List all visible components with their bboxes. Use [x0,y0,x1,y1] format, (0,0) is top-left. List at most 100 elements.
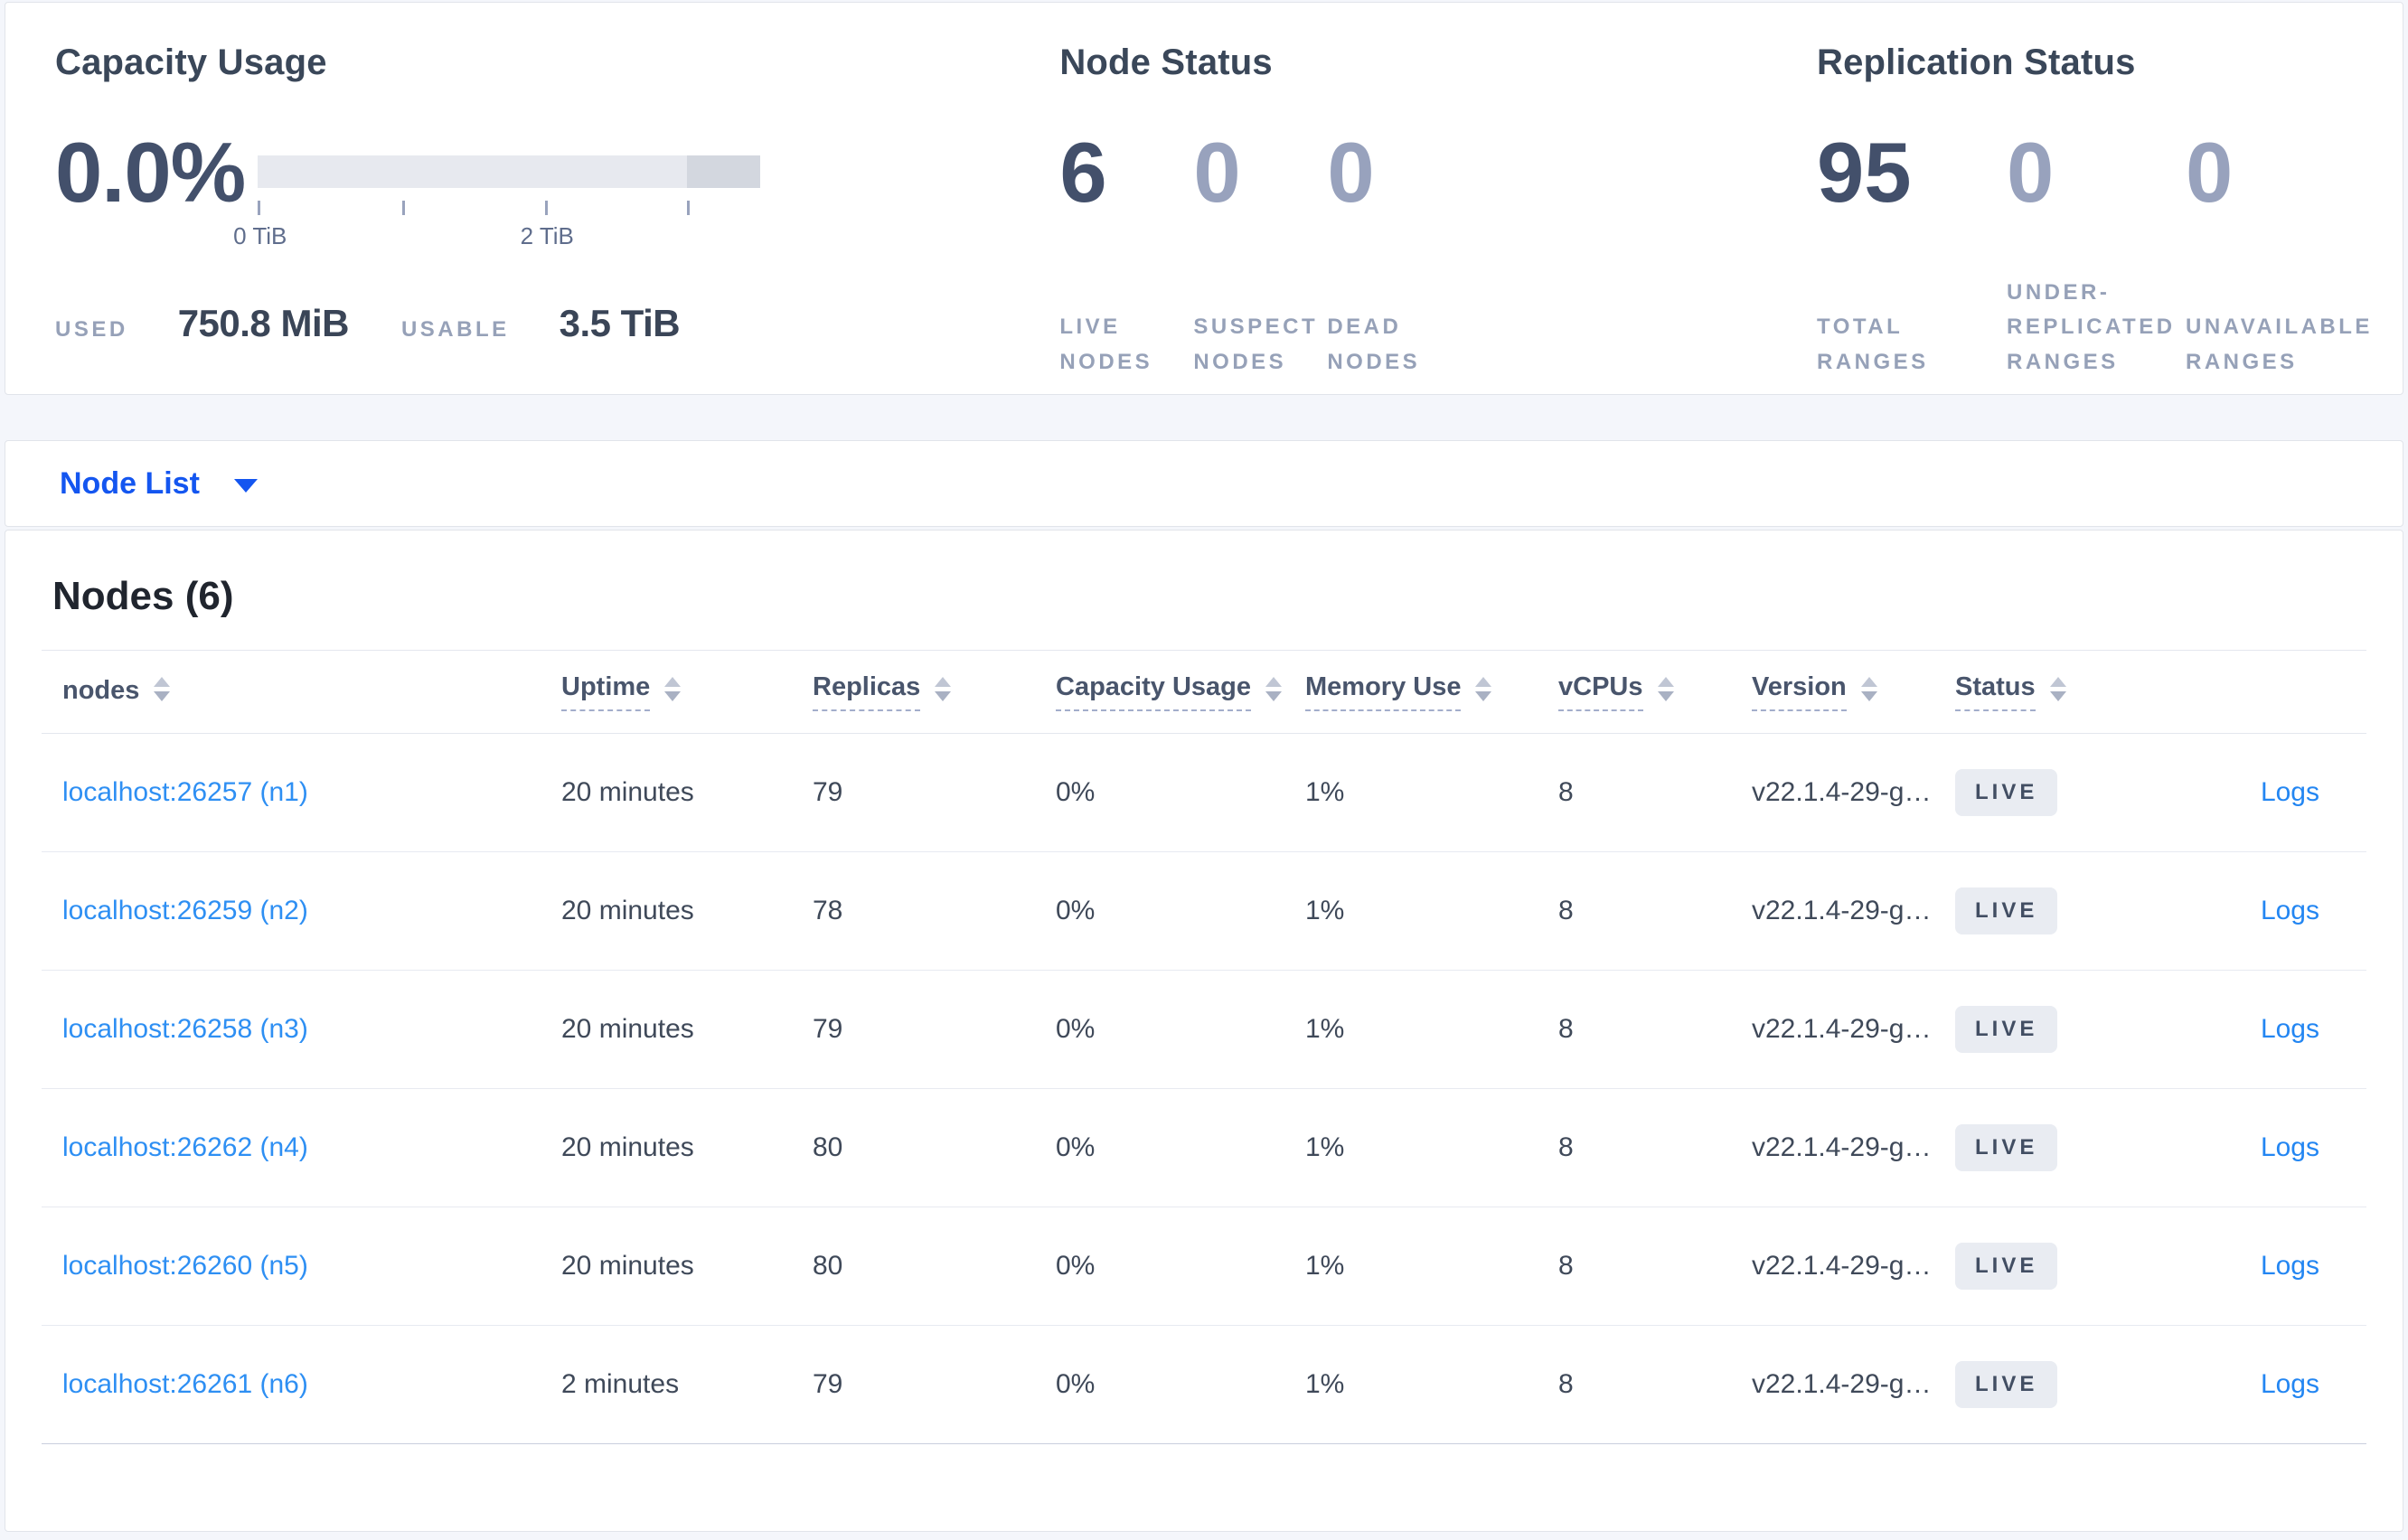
vcpus-cell: 8 [1558,1369,1574,1399]
capacity-usage-cell: 0% [1056,1014,1096,1044]
version-cell: v22.1.4-29-g… [1752,1014,1932,1044]
replicas-cell: 79 [813,1369,843,1399]
column-header-nodes[interactable]: nodes [42,676,561,708]
used-value: 750.8 MiB [177,302,350,344]
table-row: localhost:26259 (n2) 20 minutes 78 0% 1%… [42,852,2366,971]
status-badge: LIVE [1955,1243,2058,1290]
node-list-dropdown-label: Node List [60,465,200,501]
replication-status-section: Replication Status 95 TOTAL RANGES 0 UND… [1817,3,2403,394]
status-badge: LIVE [1955,1361,2058,1408]
axis-tick-label: 0 TiB [233,222,287,249]
total-ranges-stat: 95 TOTAL RANGES [1817,125,2007,380]
total-ranges-count: 95 [1817,125,1912,220]
uptime-cell: 2 minutes [561,1369,680,1399]
replicas-cell: 79 [813,1014,843,1044]
column-header-memory-use[interactable]: Memory Use [1305,672,1558,711]
status-badge: LIVE [1955,1006,2058,1053]
under-replicated-ranges-count: 0 [2007,125,2055,220]
column-header-version[interactable]: Version [1752,672,1955,711]
memory-use-cell: 1% [1305,1014,1345,1044]
table-row: localhost:26257 (n1) 20 minutes 79 0% 1%… [42,734,2366,852]
replicas-cell: 79 [813,777,843,807]
sort-icon [2049,677,2066,701]
uptime-cell: 20 minutes [561,896,694,925]
sort-icon [1475,677,1492,701]
column-header-uptime[interactable]: Uptime [561,672,813,711]
version-cell: v22.1.4-29-g… [1752,1251,1932,1281]
axis-tick [258,201,260,215]
vcpus-cell: 8 [1558,777,1574,807]
nodes-heading: Nodes (6) [52,574,234,618]
node-link[interactable]: localhost:26262 (n4) [62,1132,308,1162]
capacity-usage-title: Capacity Usage [55,42,327,82]
capacity-usage-cell: 0% [1056,777,1096,807]
sort-icon [1657,677,1674,701]
axis-tick-label: 2 TiB [520,222,574,249]
under-replicated-ranges-stat: 0 UNDER-REPLICATED RANGES [2007,125,2186,380]
node-status-section: Node Status 6 LIVE NODES 0 SUSPECT NODES… [1059,3,1817,394]
capacity-usage-bar: 0 TiB 2 TiB [233,137,760,249]
unavailable-ranges-stat: 0 UNAVAILABLE RANGES [2186,127,2403,380]
total-ranges-label: TOTAL RANGES [1817,315,1929,374]
table-row: localhost:26260 (n5) 20 minutes 80 0% 1%… [42,1207,2366,1326]
view-selector-bar: Node List [5,440,2403,527]
nodes-table-panel: Nodes (6) nodes Uptime Replicas Capacity… [5,530,2403,1532]
capacity-usage-cell: 0% [1056,1251,1096,1281]
uptime-cell: 20 minutes [561,1251,694,1281]
node-link[interactable]: localhost:26257 (n1) [62,777,308,807]
table-row: localhost:26261 (n6) 2 minutes 79 0% 1% … [42,1326,2366,1444]
logs-link[interactable]: Logs [2261,1251,2319,1281]
capacity-usage-cell: 0% [1056,1132,1096,1162]
memory-use-cell: 1% [1305,1132,1345,1162]
logs-link[interactable]: Logs [2261,777,2319,807]
usable-label: USABLE [400,317,510,342]
column-header-capacity-usage[interactable]: Capacity Usage [1056,672,1305,711]
sort-icon [1265,677,1282,701]
column-header-vcpus[interactable]: vCPUs [1558,672,1752,711]
sort-icon [935,677,952,701]
caret-down-icon [233,478,258,493]
nodes-table: nodes Uptime Replicas Capacity Usage Mem… [42,650,2366,1444]
dead-nodes-stat: 0 DEAD NODES [1327,125,1461,380]
vcpus-cell: 8 [1558,896,1574,925]
capacity-usage-cell: 0% [1056,1369,1096,1399]
capacity-used-percent: 0.0% [55,125,246,220]
table-header-row: nodes Uptime Replicas Capacity Usage Mem… [42,651,2366,734]
replication-status-title: Replication Status [1817,42,2136,82]
suspect-nodes-count: 0 [1193,125,1241,220]
under-replicated-ranges-label: UNDER-REPLICATED RANGES [2007,279,2176,374]
version-cell: v22.1.4-29-g… [1752,1132,1932,1162]
vcpus-cell: 8 [1558,1251,1574,1281]
uptime-cell: 20 minutes [561,1014,694,1044]
unavailable-ranges-label: UNAVAILABLE RANGES [2186,315,2373,374]
capacity-bar-end-segment [686,155,760,188]
node-list-dropdown[interactable]: Node List [60,466,258,502]
live-nodes-stat: 6 LIVE NODES [1059,125,1193,380]
node-link[interactable]: localhost:26259 (n2) [62,896,308,925]
node-link[interactable]: localhost:26260 (n5) [62,1251,308,1281]
dead-nodes-count: 0 [1327,125,1375,220]
usable-value: 3.5 TiB [559,302,681,344]
node-link[interactable]: localhost:26261 (n6) [62,1369,308,1399]
capacity-bar-track [258,155,760,188]
logs-link[interactable]: Logs [2261,1132,2319,1162]
replicas-cell: 80 [813,1132,843,1162]
table-row: localhost:26262 (n4) 20 minutes 80 0% 1%… [42,1089,2366,1207]
vcpus-cell: 8 [1558,1132,1574,1162]
memory-use-cell: 1% [1305,777,1345,807]
replicas-cell: 80 [813,1251,843,1281]
memory-use-cell: 1% [1305,1251,1345,1281]
status-badge: LIVE [1955,1124,2058,1171]
node-link[interactable]: localhost:26258 (n3) [62,1014,308,1044]
sort-icon [1860,677,1877,701]
node-status-title: Node Status [1059,42,1273,82]
column-header-status[interactable]: Status [1955,672,2181,711]
dead-nodes-label: DEAD NODES [1327,315,1421,374]
column-header-replicas[interactable]: Replicas [813,672,1056,711]
table-row: localhost:26258 (n3) 20 minutes 79 0% 1%… [42,971,2366,1089]
live-nodes-count: 6 [1059,125,1107,220]
logs-link[interactable]: Logs [2261,1369,2319,1399]
logs-link[interactable]: Logs [2261,896,2319,925]
logs-link[interactable]: Logs [2261,1014,2319,1044]
capacity-usage-section: Capacity Usage 0.0% 0 TiB 2 TiB USED 750… [55,3,1059,394]
